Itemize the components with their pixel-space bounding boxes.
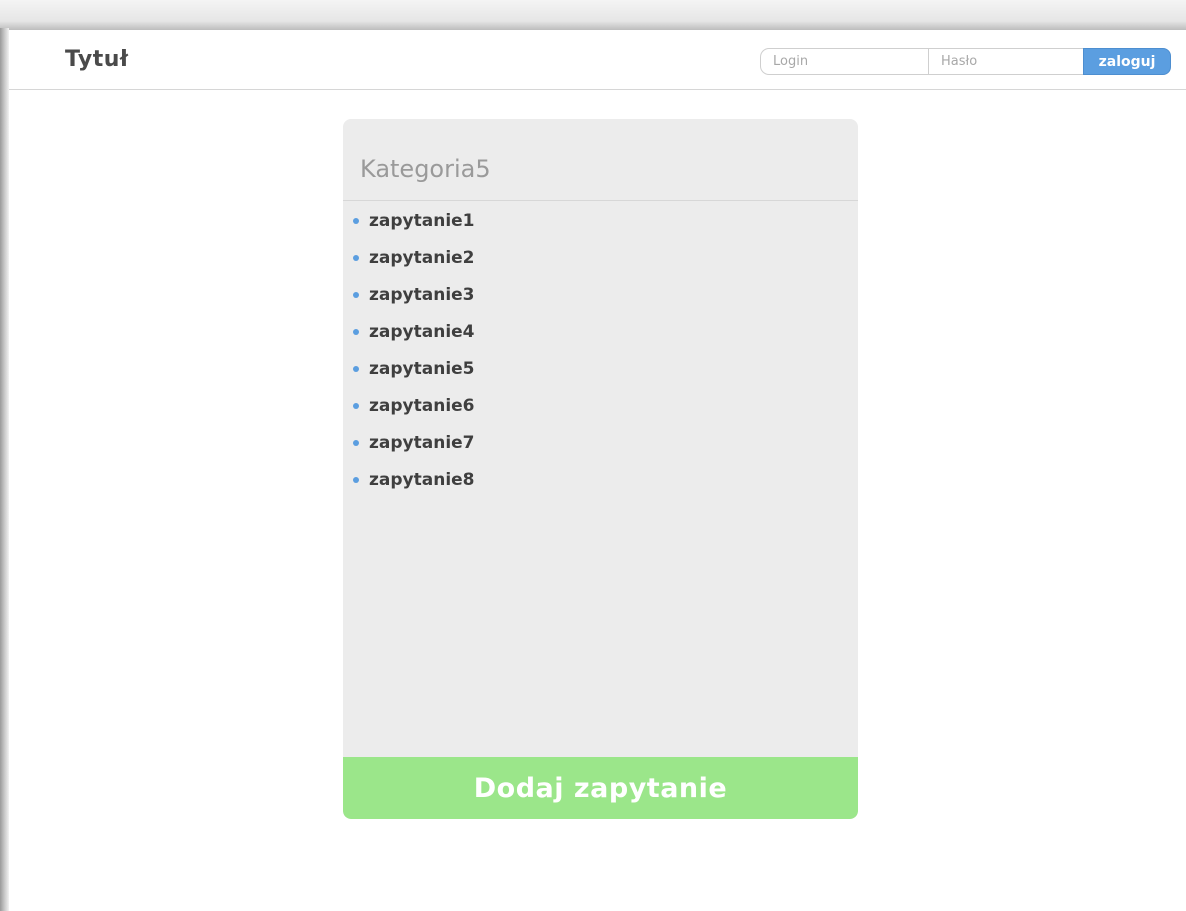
page-canvas: Tytuł zaloguj Kategoria5 zapytanie1 zapy…: [9, 30, 1186, 911]
login-form: zaloguj: [760, 48, 1171, 75]
bullet-icon: [353, 329, 359, 335]
category-card: Kategoria5 zapytanie1 zapytanie2 zapytan…: [343, 119, 858, 819]
login-button[interactable]: zaloguj: [1083, 48, 1171, 75]
query-label: zapytanie3: [369, 285, 475, 305]
add-query-button[interactable]: Dodaj zapytanie: [343, 757, 858, 819]
page-frame: Tytuł zaloguj Kategoria5 zapytanie1 zapy…: [0, 0, 1186, 911]
query-label: zapytanie4: [369, 322, 475, 342]
bullet-icon: [353, 255, 359, 261]
login-input[interactable]: [760, 48, 928, 75]
query-item[interactable]: zapytanie1: [343, 209, 858, 246]
password-input[interactable]: [928, 48, 1084, 75]
category-title: Kategoria5: [360, 155, 491, 183]
category-header: Kategoria5: [343, 119, 858, 201]
site-title: Tytuł: [65, 47, 129, 72]
query-item[interactable]: zapytanie5: [343, 357, 858, 394]
bullet-icon: [353, 403, 359, 409]
query-label: zapytanie8: [369, 470, 475, 490]
left-shadow: [0, 28, 9, 911]
bullet-icon: [353, 477, 359, 483]
query-item[interactable]: zapytanie8: [343, 468, 858, 505]
query-label: zapytanie5: [369, 359, 475, 379]
query-list: zapytanie1 zapytanie2 zapytanie3 zapytan…: [343, 201, 858, 505]
query-label: zapytanie7: [369, 433, 475, 453]
query-label: zapytanie6: [369, 396, 475, 416]
bullet-icon: [353, 292, 359, 298]
bullet-icon: [353, 366, 359, 372]
header: Tytuł zaloguj: [9, 30, 1186, 90]
query-label: zapytanie1: [369, 211, 475, 231]
query-item[interactable]: zapytanie6: [343, 394, 858, 431]
top-shadow: [0, 0, 1186, 30]
query-item[interactable]: zapytanie4: [343, 320, 858, 357]
bullet-icon: [353, 218, 359, 224]
query-item[interactable]: zapytanie3: [343, 283, 858, 320]
query-label: zapytanie2: [369, 248, 475, 268]
query-item[interactable]: zapytanie7: [343, 431, 858, 468]
bullet-icon: [353, 440, 359, 446]
query-item[interactable]: zapytanie2: [343, 246, 858, 283]
